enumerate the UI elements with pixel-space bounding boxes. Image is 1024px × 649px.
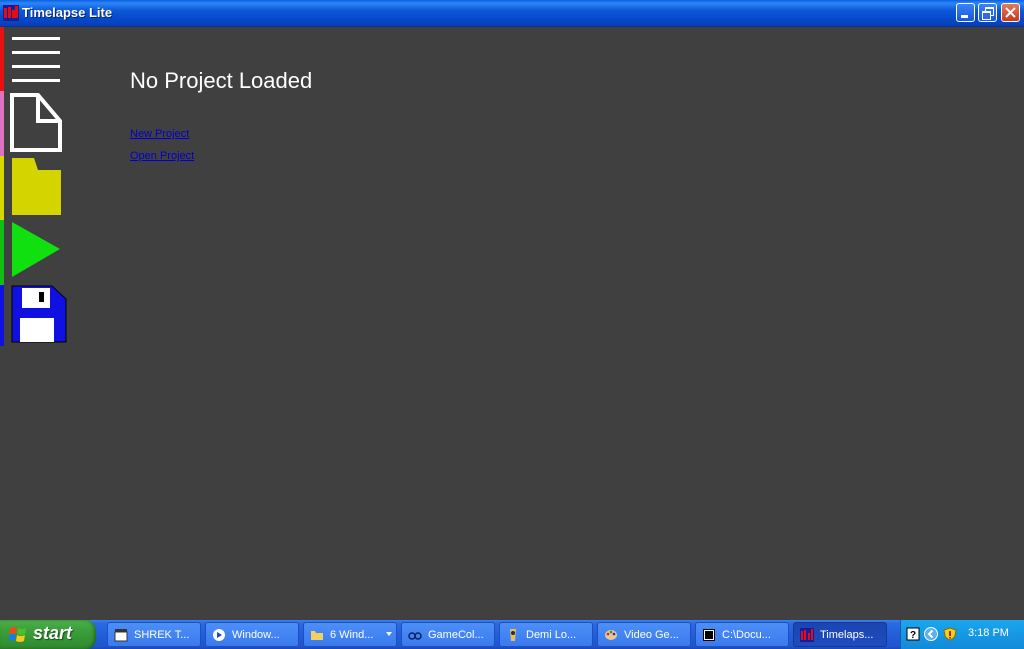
minimize-icon bbox=[961, 15, 968, 18]
page-title: No Project Loaded bbox=[130, 68, 313, 93]
task-label: Window... bbox=[232, 629, 280, 641]
menu-stripe bbox=[0, 27, 4, 91]
open-project-link[interactable]: Open Project bbox=[130, 150, 194, 162]
minimize-button[interactable] bbox=[956, 3, 975, 22]
chevron-down-icon bbox=[386, 632, 392, 636]
glasses-icon bbox=[408, 632, 422, 640]
new-project-link[interactable]: New Project bbox=[130, 128, 189, 140]
taskbar-button[interactable]: SHREK T... bbox=[107, 622, 201, 647]
windows-logo-icon bbox=[9, 627, 26, 642]
window-title: Timelapse Lite bbox=[22, 5, 113, 20]
taskbar-button[interactable]: C:\Docu... bbox=[695, 622, 789, 647]
open-folder-icon bbox=[12, 158, 61, 215]
task-label: Demi Lo... bbox=[526, 629, 577, 641]
task-label: C:\Docu... bbox=[722, 629, 771, 641]
content-area: No Project Loaded New Project Open Proje… bbox=[0, 27, 1024, 620]
security-shield-icon[interactable] bbox=[943, 627, 957, 641]
new-document-button[interactable] bbox=[8, 93, 64, 153]
menu-button[interactable] bbox=[8, 33, 64, 85]
title-bar: Timelapse Lite bbox=[0, 0, 1024, 27]
new-document-stripe bbox=[0, 91, 4, 156]
start-label: start bbox=[33, 623, 73, 643]
media-player-icon bbox=[213, 629, 225, 641]
save-stripe bbox=[0, 285, 4, 346]
new-document-icon bbox=[10, 93, 62, 152]
clock: 3:18 PM bbox=[968, 627, 1009, 639]
menu-icon bbox=[12, 37, 60, 82]
open-folder-stripe bbox=[0, 156, 4, 220]
taskbar-button[interactable]: Window... bbox=[205, 622, 299, 647]
timelapse-app-icon bbox=[3, 5, 19, 21]
save-button[interactable] bbox=[8, 285, 68, 345]
play-icon bbox=[12, 222, 60, 277]
restore-button[interactable] bbox=[978, 3, 997, 22]
open-folder-button[interactable] bbox=[8, 158, 64, 216]
play-stripe bbox=[0, 220, 4, 285]
close-icon bbox=[1005, 7, 1016, 18]
clapper-icon bbox=[114, 629, 128, 642]
play-button[interactable] bbox=[8, 220, 64, 280]
timelapse-icon bbox=[800, 628, 814, 642]
system-tray: ? 3:18 PM bbox=[900, 620, 1024, 649]
taskbar-button[interactable]: Demi Lo... bbox=[499, 622, 593, 647]
chevron-left-icon[interactable] bbox=[924, 627, 938, 641]
start-button[interactable]: start bbox=[0, 620, 96, 649]
archive-icon bbox=[703, 629, 715, 641]
svg-text:?: ? bbox=[910, 630, 916, 641]
save-disk-icon bbox=[11, 285, 67, 343]
taskbar-button[interactable]: GameCol... bbox=[401, 622, 495, 647]
palette-icon bbox=[605, 630, 617, 640]
task-label: 6 Wind... bbox=[330, 629, 374, 641]
task-label: SHREK T... bbox=[134, 629, 190, 641]
help-icon[interactable]: ? bbox=[906, 627, 920, 641]
task-label: Timelaps... bbox=[820, 629, 874, 641]
app-icon bbox=[510, 629, 516, 641]
close-button[interactable] bbox=[1001, 3, 1020, 22]
folder-icon bbox=[311, 631, 323, 640]
taskbar-button[interactable]: Video Ge... bbox=[597, 622, 691, 647]
task-label: GameCol... bbox=[428, 629, 484, 641]
taskbar: start SHREK T... Window... 6 Wind... Gam… bbox=[0, 620, 1024, 649]
taskbar-button[interactable]: 6 Wind... bbox=[303, 622, 397, 647]
taskbar-button[interactable]: Timelaps... bbox=[793, 622, 887, 647]
task-label: Video Ge... bbox=[624, 629, 679, 641]
